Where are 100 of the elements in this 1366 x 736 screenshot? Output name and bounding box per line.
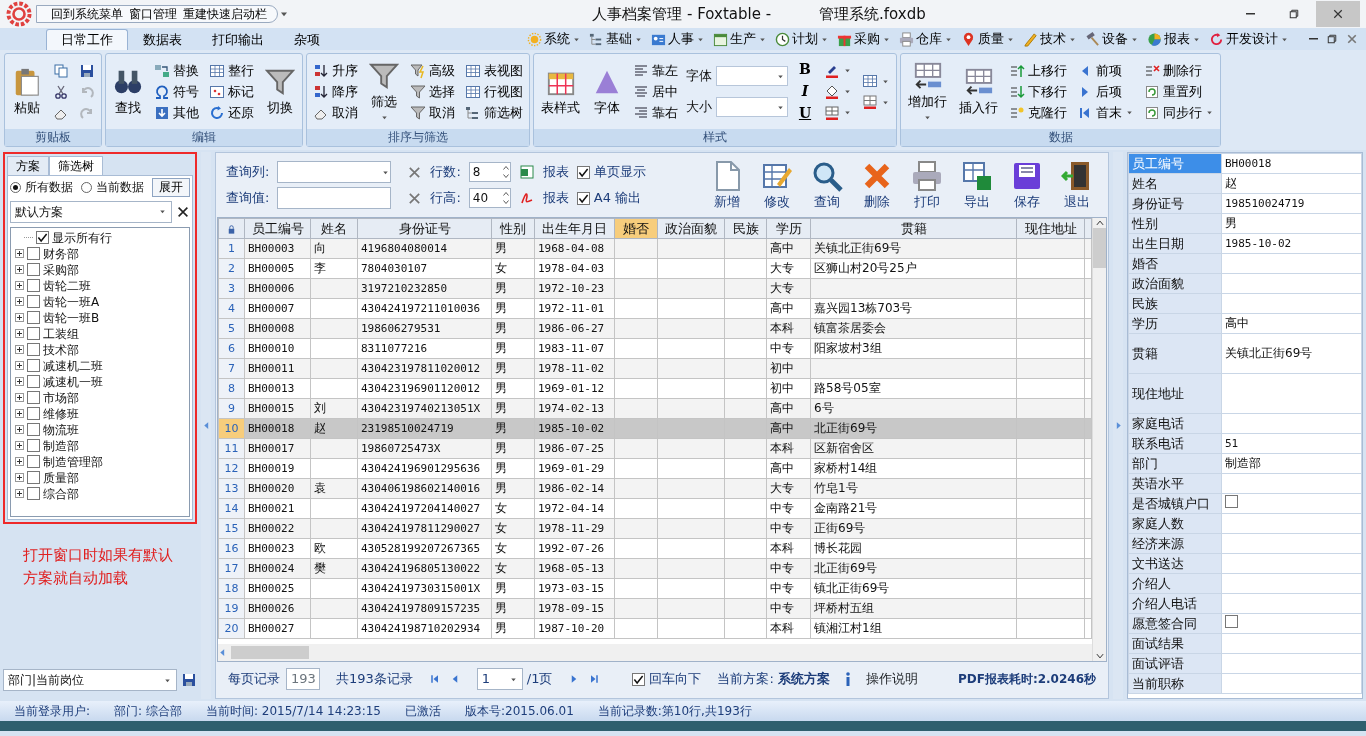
field-label[interactable]: 介绍人电话 (1128, 593, 1222, 614)
column-header[interactable]: 现住地址 (1016, 218, 1085, 239)
ribbon-button[interactable]: 表视图 (463, 61, 525, 80)
tree-item[interactable]: 制造部 (43, 438, 79, 453)
table-row[interactable]: 2 BH00005 李 7804030107 女 1978-04-03 大专 区狮山村20号25户 (218, 258, 1092, 279)
quick-access-link[interactable]: 窗口管理 (129, 6, 177, 22)
checkbox[interactable] (27, 407, 40, 421)
ribbon-button[interactable]: 整行 (207, 61, 256, 80)
field-label[interactable]: 民族 (1128, 293, 1222, 314)
ribbon-button[interactable]: 前项 (1075, 61, 1136, 80)
field-label[interactable]: 现住地址 (1128, 373, 1222, 414)
ribbon-button[interactable]: 首末 (1075, 103, 1136, 122)
checkbox[interactable] (632, 672, 646, 686)
panel-tab[interactable]: 方案 (7, 156, 49, 176)
field-label[interactable]: 学历 (1128, 313, 1222, 334)
menu-button[interactable]: 质量 (957, 31, 1019, 47)
field-label[interactable]: 当前职称 (1128, 673, 1222, 694)
ribbon-tab[interactable]: 数据表 (128, 29, 197, 50)
expand-toggle[interactable] (15, 393, 24, 403)
field-value[interactable]: 198510024719 (1221, 193, 1362, 214)
field-label[interactable]: 经济来源 (1128, 533, 1222, 554)
tree-item[interactable]: 物流班 (43, 422, 79, 437)
tree-item[interactable]: 市场部 (43, 390, 79, 405)
checkbox[interactable] (27, 263, 40, 277)
expand-toggle[interactable] (15, 345, 24, 355)
expand-toggle[interactable] (15, 265, 24, 275)
tree-item[interactable]: 综合部 (43, 486, 79, 501)
tree-item[interactable]: 财务部 (43, 246, 79, 261)
vertical-scrollbar[interactable] (1092, 218, 1106, 661)
checkbox-option[interactable]: 单页显示 (576, 164, 646, 180)
checkbox-option[interactable]: A4 输出 (576, 190, 642, 206)
scrollbar-thumb[interactable] (231, 646, 309, 659)
field-label[interactable]: 家庭电话 (1128, 413, 1222, 434)
checkbox[interactable] (27, 279, 40, 293)
table-row[interactable]: 12 BH00019 430424196901295636 男 1969-01-29 高中 家桥村14组 (218, 458, 1092, 479)
checkbox[interactable] (576, 165, 590, 179)
column-header[interactable]: 婚否 (614, 218, 658, 239)
tree-item[interactable]: 工装组 (43, 326, 79, 341)
tree-item[interactable]: 齿轮二班 (43, 278, 91, 293)
dropdown-field[interactable] (716, 97, 788, 117)
checkbox[interactable] (576, 191, 590, 205)
radio-button[interactable] (81, 182, 92, 194)
ribbon-tab[interactable]: 打印输出 (197, 29, 279, 50)
toolbar-button[interactable]: 修改 (756, 159, 798, 211)
ribbon-button[interactable]: 粘贴 (9, 65, 45, 118)
checkbox[interactable] (1225, 495, 1238, 509)
expand-toggle[interactable] (15, 489, 24, 499)
tree-item[interactable]: 减速机一班 (43, 374, 103, 389)
number-spinner[interactable]: 8 (468, 162, 511, 182)
table-row[interactable]: 7 BH00011 430423197811020012 男 1978-11-02 初中 (218, 358, 1092, 379)
toolbar-button[interactable]: 删除 (856, 159, 898, 211)
checkbox[interactable] (27, 439, 40, 453)
field-label[interactable]: 身份证号 (1128, 193, 1222, 214)
field-label[interactable]: 面试评语 (1128, 653, 1222, 674)
ribbon-button[interactable]: 字体 (589, 65, 625, 118)
tree-item[interactable]: 制造管理部 (43, 454, 103, 469)
field-value[interactable]: BH00018 (1221, 153, 1362, 174)
ribbon-button[interactable]: 取消 (408, 103, 457, 122)
checkbox[interactable] (27, 375, 40, 389)
checkbox[interactable] (27, 391, 40, 405)
report-button[interactable]: 报表 (542, 190, 569, 206)
ribbon-button[interactable]: 居中 (631, 82, 680, 101)
menu-button[interactable]: 仓库 (895, 31, 957, 47)
expand-toggle[interactable] (15, 249, 24, 259)
field-label[interactable]: 英语水平 (1128, 473, 1222, 494)
field-dropdown[interactable]: 部门|当前岗位 (3, 669, 177, 691)
toolbar-button[interactable]: 保存 (1006, 159, 1048, 211)
ribbon-button[interactable]: 上移行 (1007, 61, 1069, 80)
expand-toggle[interactable] (15, 329, 24, 339)
ribbon-button[interactable]: 选择 (408, 82, 457, 101)
dropdown-field[interactable] (716, 66, 788, 86)
help-link[interactable]: 操作说明 (865, 671, 918, 687)
field-label[interactable]: 贯籍 (1128, 333, 1222, 374)
menu-button[interactable]: 开发设计 (1205, 31, 1293, 47)
ribbon-button[interactable]: 同步行 (1142, 103, 1216, 122)
ribbon-button[interactable]: 标记 (207, 82, 256, 101)
field-label[interactable]: 婚否 (1128, 253, 1222, 274)
radio-option[interactable]: 当前数据 (81, 180, 144, 195)
expand-toggle[interactable] (15, 441, 24, 451)
scheme-dropdown[interactable]: 默认方案 (10, 200, 172, 223)
format-button[interactable]: U (794, 103, 816, 123)
expand-toggle[interactable] (15, 313, 24, 323)
ribbon-button[interactable]: 降序 (311, 82, 360, 101)
checkbox[interactable] (27, 311, 40, 325)
report-button[interactable]: 报表 (542, 164, 569, 180)
format-button[interactable]: B (794, 60, 816, 80)
ribbon-button[interactable]: 后项 (1075, 82, 1136, 101)
ribbon-button[interactable]: 还原 (207, 103, 256, 122)
column-header[interactable]: 学历 (766, 218, 811, 239)
ribbon-button[interactable]: 其他 (152, 103, 201, 122)
checkbox[interactable] (27, 343, 40, 357)
table-row[interactable]: 5 BH00008 198606279531 男 1986-06-27 本科 镇富茶居委会 (218, 318, 1092, 339)
ribbon-button[interactable]: 靠右 (631, 103, 680, 122)
field-label[interactable]: 愿意签合同 (1128, 613, 1222, 634)
table-row[interactable]: 3 BH00006 3197210232850 男 1972-10-23 大专 (218, 278, 1092, 299)
checkbox-option[interactable]: 回车向下 (632, 671, 702, 687)
quick-access-link[interactable]: 回到系统菜单 (51, 6, 123, 22)
column-header[interactable]: 员工编号 (244, 218, 311, 239)
ribbon-tab[interactable]: 日常工作 (46, 29, 128, 50)
table-row[interactable]: 8 BH00013 430423196901120012 男 1969-01-12 初中 路58号05室 (218, 378, 1092, 399)
